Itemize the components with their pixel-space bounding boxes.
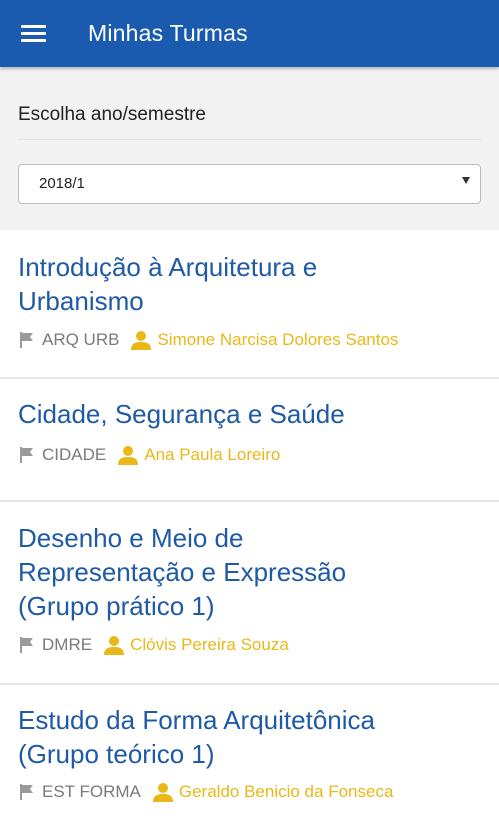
course-item[interactable]: Cidade, Segurança e Saúde CIDADE Ana Pau… [0, 379, 499, 502]
course-code: CIDADE [42, 445, 107, 464]
course-meta: ARQ URB Simone Narcisa Dolores Santos [18, 330, 398, 350]
course-teacher[interactable]: Ana Paula Loreiro [144, 445, 280, 465]
page-title: Minhas Turmas [88, 20, 248, 46]
user-icon [152, 783, 173, 802]
course-code: ARQ URB [42, 330, 120, 349]
course-teacher[interactable]: Geraldo Benicio da Fonseca [179, 782, 394, 802]
semester-select[interactable]: 2018/1 [18, 164, 481, 204]
user-icon [118, 446, 139, 465]
course-item[interactable]: Introdução à Arquitetura e Urbanismo ARQ… [0, 230, 499, 379]
course-title-line: Cidade, Segurança e Saúde [18, 399, 345, 429]
hamburger-menu-icon[interactable] [21, 22, 47, 44]
course-teacher[interactable]: Clóvis Pereira Souza [130, 635, 289, 655]
divider [18, 139, 481, 140]
course-meta: CIDADE Ana Paula Loreiro [18, 445, 280, 465]
course-title: Cidade, Segurança e Saúde [18, 397, 481, 431]
course-title-line: (Grupo prático 1) [18, 591, 215, 621]
course-title-line: Estudo da Forma Arquitetônica [18, 705, 375, 735]
flag-icon [20, 332, 33, 348]
course-title-line: Representação e Expressão [18, 557, 347, 587]
flag-icon [20, 447, 33, 463]
course-title-line: Desenho e Meio de [18, 523, 244, 553]
semester-select-value: 2018/1 [39, 175, 85, 192]
menu-line [21, 39, 46, 42]
menu-line [21, 32, 46, 35]
course-teacher[interactable]: Simone Narcisa Dolores Santos [157, 330, 398, 350]
course-code: EST FORMA [42, 782, 141, 801]
course-item[interactable]: Desenho e Meio de Representação e Expres… [0, 502, 499, 685]
course-title: Desenho e Meio de Representação e Expres… [18, 521, 481, 623]
course-title-line: (Grupo teórico 1) [18, 739, 215, 769]
menu-line [21, 25, 46, 28]
semester-filter-label: Escolha ano/semestre [18, 104, 206, 125]
dropdown-arrow-icon [462, 177, 470, 184]
course-title-line: Urbanismo [18, 286, 144, 316]
semester-filter-section: Escolha ano/semestre 2018/1 [0, 67, 499, 230]
course-title: Estudo da Forma Arquitetônica (Grupo teó… [18, 703, 481, 771]
course-meta: DMRE Clóvis Pereira Souza [18, 635, 289, 655]
user-icon [104, 636, 125, 655]
course-title-line: Introdução à Arquitetura e [18, 252, 318, 282]
flag-icon [20, 784, 33, 800]
course-meta: EST FORMA Geraldo Benicio da Fonseca [18, 782, 393, 802]
course-list: Introdução à Arquitetura e Urbanismo ARQ… [0, 230, 499, 835]
course-code: DMRE [42, 635, 93, 654]
app-bar: Minhas Turmas [0, 0, 499, 67]
flag-icon [20, 637, 33, 653]
course-item[interactable]: Estudo da Forma Arquitetônica (Grupo teó… [0, 685, 499, 835]
user-icon [131, 331, 152, 350]
course-title: Introdução à Arquitetura e Urbanismo [18, 250, 481, 318]
